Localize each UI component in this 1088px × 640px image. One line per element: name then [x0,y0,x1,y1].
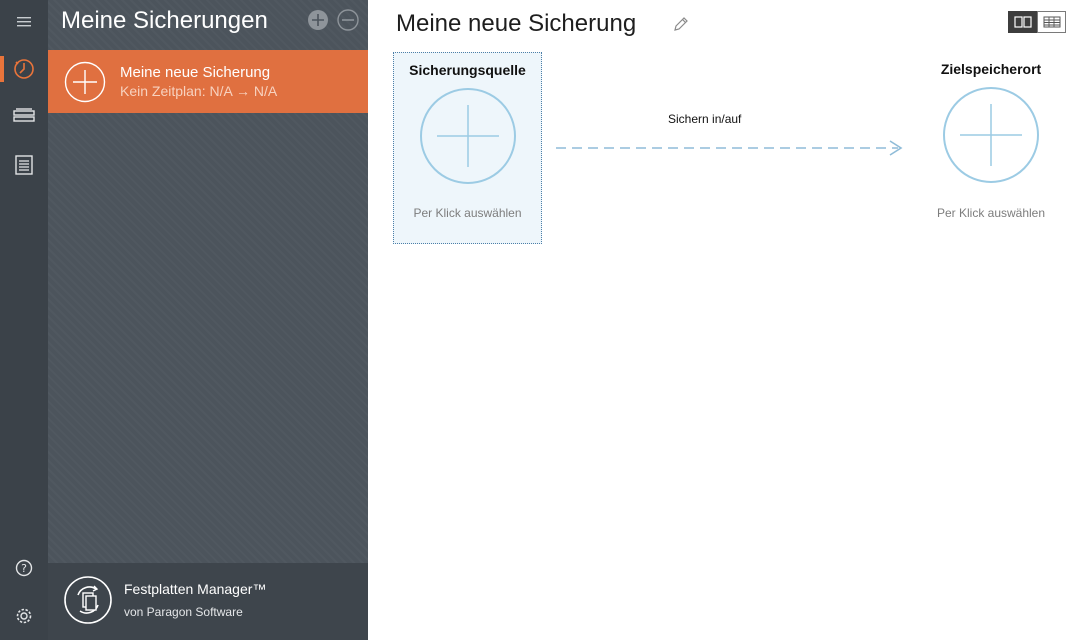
remove-backup-button[interactable] [337,9,359,31]
panel-title: Meine Sicherungen [61,7,268,34]
rename-button[interactable] [672,15,690,38]
source-label: Sicherungsquelle [409,62,526,78]
backup-item-title: Meine neue Sicherung [120,64,271,81]
help-button[interactable]: ? [0,548,48,588]
flow-label: Sichern in/auf [668,112,742,126]
vendor-name: von Paragon Software [124,605,243,619]
minus-circle-icon [337,9,359,31]
destination-plus-circle-icon [942,86,1040,189]
product-name: Festplatten Manager™ [124,581,267,597]
destination-hint: Per Klick auswählen [936,206,1046,220]
paragon-logo-icon [63,575,113,630]
flow-arrow-icon [554,135,906,166]
view-list-button[interactable] [1037,11,1066,33]
backup-clock-icon [14,59,34,79]
main-content: Meine neue Sicherung Sicherungsquelle Pe… [368,0,1088,640]
brand-footer: Festplatten Manager™ von Paragon Softwar… [48,563,368,640]
nav-log-button[interactable] [0,145,48,185]
backup-list-item[interactable]: Meine neue Sicherung Kein Zeitplan: N/A … [48,50,368,113]
svg-text:?: ? [21,562,27,575]
gear-icon [16,608,32,624]
source-plus-circle-icon [419,87,517,190]
pencil-icon [674,17,688,31]
view-toggle [1008,11,1066,33]
backup-destination-box[interactable]: Zielspeicherort Per Klick auswählen [925,52,1057,244]
nav-backups-button[interactable] [0,49,48,89]
destination-label: Zielspeicherort [940,61,1042,77]
help-icon: ? [15,559,33,577]
item-plus-circle-icon [64,61,106,108]
nav-rail: ? [0,0,48,640]
plus-circle-icon [308,10,328,30]
add-backup-button[interactable] [307,9,329,31]
backup-source-box[interactable]: Sicherungsquelle Per Klick auswählen [393,52,542,244]
settings-button[interactable] [0,596,48,636]
list-view-icon [1043,16,1060,28]
hamburger-menu-button[interactable] [0,2,48,42]
menu-icon [17,17,31,27]
backup-title: Meine neue Sicherung [396,10,637,37]
disk-stack-icon [13,108,35,122]
nav-disks-button[interactable] [0,97,48,137]
document-list-icon [15,155,33,175]
source-hint: Per Klick auswählen [413,206,522,220]
backups-panel: Meine Sicherungen Meine neue Sicherung K… [48,0,368,640]
view-tiles-button[interactable] [1008,11,1037,33]
backup-item-schedule: Kein Zeitplan: N/A → N/A [120,83,278,99]
tiles-view-icon [1013,16,1032,28]
